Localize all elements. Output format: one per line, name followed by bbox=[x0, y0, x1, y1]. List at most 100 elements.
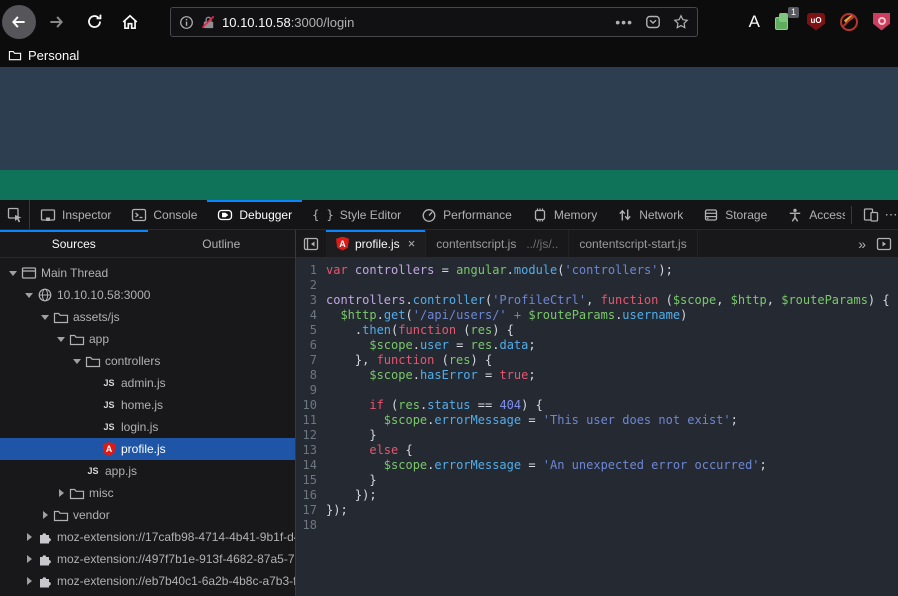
editor-tab-contentscript.js[interactable]: contentscript.js..//js/.. bbox=[426, 230, 569, 257]
debugger-icon bbox=[217, 207, 233, 223]
code-line-text: $scope.errorMessage = 'This user does no… bbox=[326, 413, 738, 428]
extension-a-icon[interactable]: A bbox=[749, 12, 760, 32]
insecure-lock-icon[interactable] bbox=[201, 15, 216, 30]
tree-item-moz-extension-17cafb98-4714-4b41-9b1f-d4[interactable]: moz-extension://17cafb98-4714-4b41-9b1f-… bbox=[0, 526, 295, 548]
tree-expand-arrow-icon[interactable] bbox=[38, 315, 52, 320]
expand-panes-icon[interactable] bbox=[876, 236, 892, 252]
tree-item-moz-extension-eb7b40c1-6a2b-4b8c-a7b3-fa[interactable]: moz-extension://eb7b40c1-6a2b-4b8c-a7b3-… bbox=[0, 570, 295, 592]
bookmarks-folder-personal[interactable]: Personal bbox=[28, 48, 79, 63]
line-number[interactable]: 15 bbox=[296, 473, 326, 488]
line-number[interactable]: 10 bbox=[296, 398, 326, 413]
devtools-tab-style-editor[interactable]: { }Style Editor bbox=[302, 200, 411, 229]
tree-item-admin.js[interactable]: JSadmin.js bbox=[0, 372, 295, 394]
close-tab-icon[interactable]: × bbox=[408, 236, 416, 251]
tree-item-label: moz-extension://17cafb98-4714-4b41-9b1f-… bbox=[57, 530, 295, 544]
tree-expand-arrow-icon[interactable] bbox=[22, 555, 36, 563]
page-header: MYPLACE LOGIN bbox=[0, 67, 898, 170]
tree-item-profile.js[interactable]: Aprofile.js bbox=[0, 438, 295, 460]
line-number[interactable]: 18 bbox=[296, 518, 326, 533]
tree-item-main-thread[interactable]: Main Thread bbox=[0, 262, 295, 284]
line-number[interactable]: 6 bbox=[296, 338, 326, 353]
forward-button[interactable] bbox=[42, 8, 70, 36]
panel-tab-sources[interactable]: Sources bbox=[0, 230, 148, 257]
line-number[interactable]: 4 bbox=[296, 308, 326, 323]
tree-expand-arrow-icon[interactable] bbox=[22, 577, 36, 585]
tree-item-misc[interactable]: misc bbox=[0, 482, 295, 504]
tree-item-label: Main Thread bbox=[41, 266, 108, 280]
more-tabs-icon[interactable]: » bbox=[858, 236, 864, 252]
tree-item-login.js[interactable]: JSlogin.js bbox=[0, 416, 295, 438]
url-bar[interactable]: 10.10.10.58:3000/login ••• bbox=[170, 7, 698, 37]
line-number[interactable]: 8 bbox=[296, 368, 326, 383]
line-number[interactable]: 3 bbox=[296, 293, 326, 308]
line-number[interactable]: 14 bbox=[296, 458, 326, 473]
bookmark-star-icon[interactable] bbox=[673, 14, 689, 30]
tree-expand-arrow-icon[interactable] bbox=[54, 489, 68, 497]
editor-tab-profile.js[interactable]: Aprofile.js× bbox=[326, 230, 426, 257]
devtools-tabs: Inspector ConsoleDebugger{ }Style EditorP… bbox=[30, 200, 845, 229]
devtools-tab-inspector[interactable]: Inspector bbox=[30, 200, 121, 229]
devtools-menu-icon[interactable]: ⋯ bbox=[884, 200, 898, 229]
devtools-tab-console[interactable]: Console bbox=[121, 200, 207, 229]
code-line: 11 $scope.errorMessage = 'This user does… bbox=[296, 413, 898, 428]
collapse-sources-panel-icon[interactable] bbox=[296, 230, 326, 257]
tree-item-10.10.10.58-3000[interactable]: 10.10.10.58:3000 bbox=[0, 284, 295, 306]
tree-item-app.js[interactable]: JSapp.js bbox=[0, 460, 295, 482]
memory-icon bbox=[532, 207, 548, 223]
devtools-tab-debugger[interactable]: Debugger bbox=[207, 200, 302, 229]
folder-icon bbox=[68, 331, 86, 347]
line-number[interactable]: 1 bbox=[296, 263, 326, 278]
editor-tab-label: contentscript-start.js bbox=[579, 237, 686, 251]
line-number[interactable]: 5 bbox=[296, 323, 326, 338]
pocket-icon[interactable] bbox=[645, 14, 661, 30]
devtools-tab-label: Inspector bbox=[62, 208, 111, 222]
line-number[interactable]: 7 bbox=[296, 353, 326, 368]
line-number[interactable]: 13 bbox=[296, 443, 326, 458]
devtools-tab-network[interactable]: Network bbox=[607, 200, 693, 229]
devtools-tab-memory[interactable]: Memory bbox=[522, 200, 607, 229]
pick-element-icon[interactable] bbox=[0, 200, 30, 229]
devtools-tab-storage[interactable]: Storage bbox=[693, 200, 777, 229]
code-line: 16 }); bbox=[296, 488, 898, 503]
back-button[interactable] bbox=[2, 5, 36, 39]
devtools-tab-accessibility[interactable]: Accessibility bbox=[777, 200, 845, 229]
line-number[interactable]: 16 bbox=[296, 488, 326, 503]
tree-item-label: moz-extension://eb7b40c1-6a2b-4b8c-a7b3-… bbox=[57, 574, 295, 588]
line-number[interactable]: 2 bbox=[296, 278, 326, 293]
site-info-icon[interactable] bbox=[179, 15, 194, 30]
line-number[interactable]: 17 bbox=[296, 503, 326, 518]
reload-button[interactable] bbox=[80, 8, 108, 36]
tree-expand-arrow-icon[interactable] bbox=[22, 533, 36, 541]
shield-extension-icon[interactable] bbox=[873, 13, 890, 31]
line-number[interactable]: 12 bbox=[296, 428, 326, 443]
puzzle-icon bbox=[36, 573, 54, 589]
editor-tab-label: contentscript.js bbox=[436, 237, 516, 251]
devtools-tab-performance[interactable]: Performance bbox=[411, 200, 522, 229]
tree-item-label: vendor bbox=[73, 508, 110, 522]
ublock-icon[interactable]: uO bbox=[807, 13, 825, 31]
js-toggle-icon[interactable] bbox=[840, 13, 858, 31]
code-editor[interactable]: 1var controllers = angular.module('contr… bbox=[296, 258, 898, 596]
extension-green-icon[interactable]: 1 bbox=[775, 13, 792, 30]
line-number[interactable]: 9 bbox=[296, 383, 326, 398]
editor-tab-contentscript-start.js[interactable]: contentscript-start.js bbox=[569, 230, 697, 257]
tree-expand-arrow-icon[interactable] bbox=[38, 511, 52, 519]
tree-expand-arrow-icon[interactable] bbox=[70, 359, 84, 364]
tree-item-moz-extension-497f7b1e-913f-4682-87a5-75[interactable]: moz-extension://497f7b1e-913f-4682-87a5-… bbox=[0, 548, 295, 570]
tree-item-controllers[interactable]: controllers bbox=[0, 350, 295, 372]
line-number[interactable]: 11 bbox=[296, 413, 326, 428]
tree-item-vendor[interactable]: vendor bbox=[0, 504, 295, 526]
page-actions-icon[interactable]: ••• bbox=[615, 14, 633, 30]
tree-item-app[interactable]: app bbox=[0, 328, 295, 350]
sources-tree: Main Thread 10.10.10.58:3000assets/jsappc… bbox=[0, 258, 295, 596]
tree-expand-arrow-icon[interactable] bbox=[54, 337, 68, 342]
home-button[interactable] bbox=[116, 8, 144, 36]
tree-item-assets-js[interactable]: assets/js bbox=[0, 306, 295, 328]
code-line: 15 } bbox=[296, 473, 898, 488]
tree-expand-arrow-icon[interactable] bbox=[6, 271, 20, 276]
responsive-design-icon[interactable] bbox=[858, 200, 884, 229]
tree-item-home.js[interactable]: JShome.js bbox=[0, 394, 295, 416]
panel-tab-outline[interactable]: Outline bbox=[148, 230, 296, 257]
tree-expand-arrow-icon[interactable] bbox=[22, 293, 36, 298]
code-line-text: }, function (res) { bbox=[326, 353, 492, 368]
